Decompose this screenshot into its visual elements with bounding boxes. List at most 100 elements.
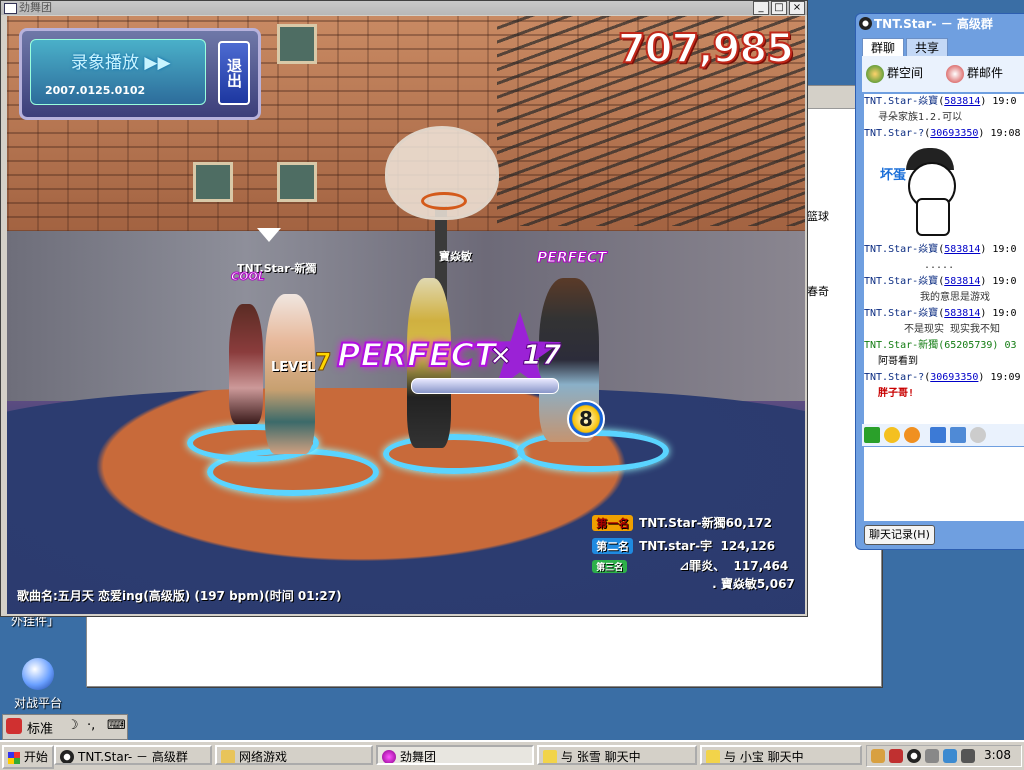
hoop-rim [421, 192, 467, 210]
more-icon[interactable] [970, 427, 986, 443]
start-label: 开始 [23, 750, 48, 764]
bg-label-basketball: 篮球 [807, 210, 829, 223]
task-chat-zhangxue[interactable]: 与 张雪 聊天中 [537, 745, 697, 765]
song-info: 歌曲名:五月天 恋爱ing(高级版) (197 bpm)(时间 01:27) [17, 589, 342, 603]
chat-format-toolbar [862, 424, 1024, 446]
battle-platform-icon [22, 658, 54, 690]
group-space-icon [866, 64, 884, 83]
ime-mode[interactable]: 标准 [27, 718, 53, 737]
tray-network-icon[interactable] [943, 749, 957, 763]
chat-icon [543, 750, 557, 763]
wall-window [193, 162, 233, 202]
task-chat-xiaobao[interactable]: 与 小宝 聊天中 [700, 745, 862, 765]
close-button[interactable]: × [789, 1, 805, 15]
dancer-1 [229, 304, 263, 424]
qq-icon [60, 750, 74, 763]
sticker-text: 坏蛋 [880, 168, 907, 183]
chat-message: TNT.Star-?(30693350) 19:09 胖子哥! [864, 372, 1021, 399]
emoji-icon[interactable] [884, 427, 900, 443]
rank-name: . 寶焱敏 [712, 577, 757, 591]
chat-message: TNT.Star-焱寶(583814) 19:0 不是现实 现实我不知 [864, 308, 1017, 335]
desktop-icon-battle-platform[interactable]: 对战平台 [3, 658, 73, 711]
rank-tag: 第三名 [592, 560, 628, 573]
desktop-icon-label: 对战平台 [13, 696, 62, 710]
maximize-button[interactable]: □ [771, 1, 787, 15]
beat-bar [411, 378, 559, 394]
level-value: 7 [315, 348, 333, 377]
exit-replay-button[interactable]: 退出 [218, 41, 250, 105]
ranking-row: . 寶焱敏5,067 [687, 561, 795, 606]
chat-titlebar[interactable]: TNT.Star- － 高级群 [856, 14, 1024, 34]
tray-qq-icon[interactable] [907, 749, 921, 763]
chat-toolbar: 群空间 群邮件 [862, 56, 1024, 92]
ime-toolbar: 标准 ☽ ·, ⌨ [2, 714, 128, 740]
combo-count: × 17 [488, 338, 562, 372]
group-space-button[interactable]: 群空间 [866, 64, 923, 83]
start-button[interactable]: 开始 [2, 745, 54, 769]
replay-timestamp: 2007.0125.0102 [45, 84, 146, 97]
ime-punct[interactable]: ·, [87, 718, 95, 733]
chat-tabs: 群聊 共享 [862, 38, 950, 57]
score-display: 707,985 [617, 25, 795, 73]
rank-score: 5,067 [756, 577, 795, 591]
player-arrow-icon [257, 228, 281, 242]
chat-message: TNT.Star-焱寶(583814) 19:0..... [864, 244, 1017, 271]
group-mail-button[interactable]: 群邮件 [946, 64, 1003, 83]
replay-label: 录象播放 ▶▶ [71, 53, 171, 73]
play-arrows-icon: ▶▶ [144, 53, 171, 73]
wall-window [277, 162, 317, 202]
chat-message: TNT.Star-新獨(65205739) 03 阿哥看到 [864, 340, 1017, 367]
chat-icon [706, 750, 720, 763]
player-perfect-text: PERFECT [537, 250, 608, 267]
chat-message-log[interactable]: TNT.Star-焱寶(583814) 19:0 寻朵家族1.2.可以 TNT.S… [864, 94, 1024, 424]
level-label: LEVEL [271, 360, 316, 375]
sticker-image: 坏蛋 [880, 148, 970, 238]
sticker-body [916, 198, 950, 236]
chat-message: TNT.Star-焱寶(583814) 19:0 我的意思是游戏 [864, 276, 1017, 303]
font-icon[interactable] [864, 427, 880, 443]
ime-logo-icon[interactable] [6, 718, 22, 734]
wink-icon[interactable] [904, 427, 920, 443]
minimize-button[interactable]: _ [753, 1, 769, 15]
tab-share[interactable]: 共享 [906, 38, 949, 57]
taskbar: 开始 TNT.Star- － 高级群 网络游戏 劲舞团 与 张雪 聊天中 与 小… [0, 740, 1024, 770]
tab-group-chat[interactable]: 群聊 [862, 38, 905, 57]
tray-icon[interactable] [889, 749, 903, 763]
ime-moon-icon[interactable]: ☽ [67, 718, 79, 733]
task-qq-group[interactable]: TNT.Star- － 高级群 [54, 745, 212, 765]
game-scene[interactable]: TNT.Star-新獨 寶焱敏 PERFECT COOL 录象播放 ▶▶ 200… [7, 16, 805, 614]
game-app-icon [4, 3, 17, 14]
qq-penguin-icon [859, 17, 872, 30]
bg-label-spring: 春奇 [807, 285, 829, 298]
tray-icon[interactable] [925, 749, 939, 763]
chat-title: TNT.Star- － 高级群 [874, 17, 993, 31]
send-file-icon[interactable] [930, 427, 946, 443]
ime-keyboard-icon[interactable]: ⌨ [107, 718, 126, 733]
game-window-titlebar: 劲舞团 _ □ × [1, 1, 807, 15]
wall-window [277, 24, 317, 64]
beat-counter: 8 [567, 400, 605, 438]
tray-icon[interactable] [871, 749, 885, 763]
player-label: 寶焱敏 [439, 250, 472, 263]
windows-logo-icon [8, 751, 21, 764]
system-tray: 3:08 [866, 745, 1022, 767]
game-window: 劲舞团 _ □ × TNT.Star-新獨 寶焱敏 PERFECT COOL 录… [0, 0, 808, 617]
qq-group-chat-window: TNT.Star- － 高级群 群聊 共享 群空间 群邮件 TNT.Star-焱寶… [855, 13, 1024, 550]
game-window-title: 劲舞团 [19, 1, 52, 14]
replay-panel: 录象播放 ▶▶ 2007.0125.0102 退出 [19, 28, 261, 120]
task-audition[interactable]: 劲舞团 [376, 745, 534, 765]
replay-info: 录象播放 ▶▶ 2007.0125.0102 [30, 39, 206, 105]
chat-history-button[interactable]: 聊天记录(H) [864, 525, 935, 545]
folder-icon [221, 750, 235, 763]
perfect-text: PERFECT [336, 335, 497, 375]
screenshot-icon[interactable] [950, 427, 966, 443]
group-mail-icon [946, 64, 964, 83]
player-cool-text: COOL [231, 270, 266, 284]
chat-input[interactable] [864, 447, 1024, 521]
tray-clock[interactable]: 3:08 [984, 748, 1011, 762]
task-network-games[interactable]: 网络游戏 [215, 745, 373, 765]
chat-message: TNT.Star-?(30693350) 19:08 坏蛋 [864, 126, 1024, 238]
audition-icon [382, 750, 396, 763]
tray-volume-icon[interactable] [961, 749, 975, 763]
dance-ring [383, 434, 525, 474]
